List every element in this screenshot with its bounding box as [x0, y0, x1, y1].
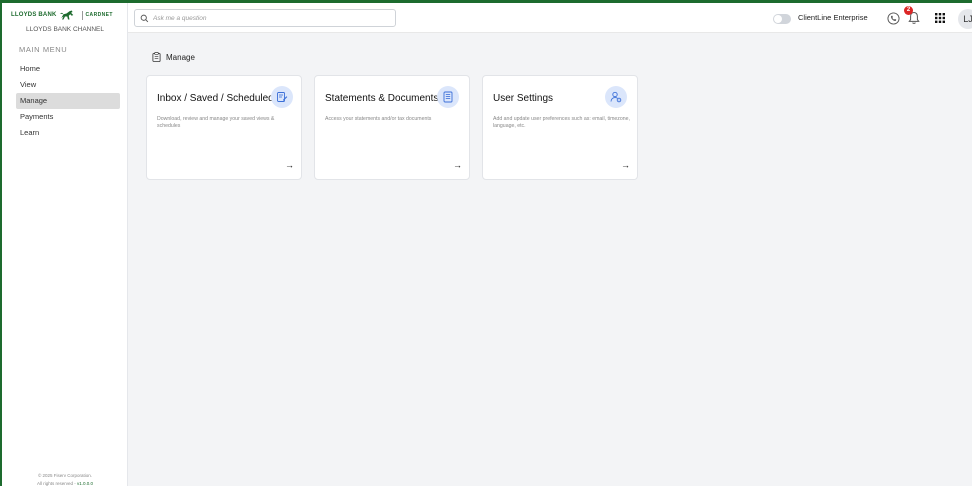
page-heading: Manage [152, 52, 195, 62]
apps-button[interactable] [934, 12, 946, 24]
channel-name: LLOYDS BANK CHANNEL [25, 26, 105, 33]
horse-logo-icon [59, 10, 73, 20]
card-statements-documents[interactable]: Statements & Documents Access your state… [314, 75, 470, 180]
sidebar-item-manage[interactable]: Manage [16, 93, 120, 109]
arrow-right-icon[interactable]: → [621, 160, 630, 170]
card-title: Inbox / Saved / Scheduled [157, 93, 274, 104]
phone-button[interactable] [886, 11, 900, 25]
logo[interactable]: LLOYDS BANK CARDNET [11, 9, 113, 21]
card-title: Statements & Documents [325, 93, 439, 104]
search-input[interactable] [153, 14, 383, 22]
user-settings-icon [605, 86, 627, 108]
sidebar: LLOYDS BANK CARDNET LLOYDS BANK CHANNEL … [2, 3, 128, 486]
rights-text: All rights reserved - v1.0.0.0 [2, 480, 128, 486]
sidebar-item-view[interactable]: View [16, 77, 120, 93]
main-menu: Home View Manage Payments Learn [16, 61, 120, 141]
apps-grid-icon [935, 13, 945, 23]
search-box[interactable] [134, 9, 396, 27]
card-description: Add and update user preferences such as:… [493, 116, 630, 129]
card-description: Access your statements and/or tax docume… [325, 116, 432, 122]
top-header: ClientLine Enterprise 2 LJ [128, 3, 972, 33]
main-menu-title: MAIN MENU [19, 45, 68, 54]
notification-badge: 2 [904, 6, 913, 15]
logo-text: LLOYDS BANK [11, 12, 57, 18]
sidebar-item-learn[interactable]: Learn [16, 125, 120, 141]
arrow-right-icon[interactable]: → [453, 160, 462, 170]
card-user-settings[interactable]: User Settings Add and update user prefer… [482, 75, 638, 180]
sidebar-item-home[interactable]: Home [16, 61, 120, 77]
sidebar-item-payments[interactable]: Payments [16, 109, 120, 125]
version-link[interactable]: v1.0.0.0 [77, 481, 93, 486]
logo-divider [81, 10, 83, 20]
page-title: Manage [166, 52, 195, 62]
cardnet-text: CARDNET [85, 12, 113, 18]
card-description: Download, review and manage your saved v… [157, 116, 275, 129]
toggle-knob [774, 15, 782, 23]
search-icon [140, 14, 149, 22]
copyright-text: © 2025 Fiserv Corporation. [37, 473, 93, 478]
clipboard-icon [152, 52, 161, 62]
phone-icon [886, 11, 900, 25]
document-icon [437, 86, 459, 108]
card-title: User Settings [493, 93, 554, 104]
enterprise-toggle[interactable] [773, 14, 791, 24]
card-inbox-saved-scheduled[interactable]: Inbox / Saved / Scheduled Download, revi… [146, 75, 302, 180]
rights-label: All rights reserved - [36, 481, 76, 486]
sidebar-footer: © 2025 Fiserv Corporation. All rights re… [2, 472, 128, 486]
edit-document-icon [271, 86, 293, 108]
arrow-right-icon[interactable]: → [285, 160, 294, 170]
user-avatar[interactable]: LJ [958, 9, 972, 29]
enterprise-label: ClientLine Enterprise [798, 13, 868, 22]
